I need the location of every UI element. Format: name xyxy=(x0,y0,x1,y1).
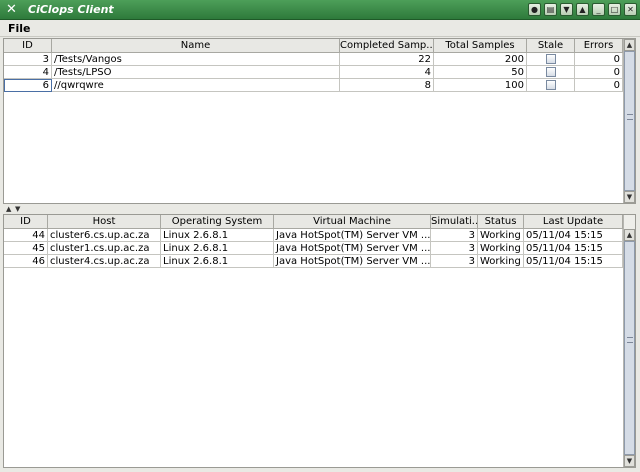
close-icon[interactable]: ✕ xyxy=(624,3,637,16)
col-completed[interactable]: Completed Samp... xyxy=(340,39,434,53)
col-id[interactable]: ID xyxy=(4,215,48,229)
cell-errors[interactable]: 0 xyxy=(575,79,623,92)
cell-errors[interactable]: 0 xyxy=(575,53,623,66)
scroll-up-icon[interactable]: ▲ xyxy=(624,39,635,51)
menu-file[interactable]: File xyxy=(8,22,31,35)
col-total[interactable]: Total Samples xyxy=(434,39,527,53)
cell-id[interactable]: 3 xyxy=(4,53,52,66)
cell-total[interactable]: 100 xyxy=(434,79,527,92)
tools-icon[interactable]: ✕ xyxy=(4,2,19,17)
down-icon[interactable]: ▼ xyxy=(560,3,573,16)
scroll-thumb[interactable] xyxy=(624,51,635,191)
cell-simulations[interactable]: 3 xyxy=(431,229,478,242)
cell-id[interactable]: 44 xyxy=(4,229,48,242)
minimize-icon[interactable]: _ xyxy=(592,3,605,16)
cell-completed[interactable]: 4 xyxy=(340,66,434,79)
cell-host[interactable]: cluster1.cs.up.ac.za xyxy=(48,242,161,255)
cell-status[interactable]: Working xyxy=(478,242,524,255)
cell-id[interactable]: 4 xyxy=(4,66,52,79)
col-last-update[interactable]: Last Update xyxy=(524,215,623,229)
col-host[interactable]: Host xyxy=(48,215,161,229)
stale-checkbox-cell xyxy=(527,66,575,79)
cell-simulations[interactable]: 3 xyxy=(431,255,478,268)
window-title: CiClops Client xyxy=(28,3,114,16)
cell-name[interactable]: /Tests/LPSO xyxy=(52,66,340,79)
cell-name[interactable]: //qwrqwre xyxy=(52,79,340,92)
col-status[interactable]: Status xyxy=(478,215,524,229)
cell-status[interactable]: Working xyxy=(478,229,524,242)
menu-bar: File xyxy=(0,20,640,37)
tests-table-panel: ID Name Completed Samp... Total Samples … xyxy=(3,38,636,204)
title-bar[interactable]: ✕ CiClops Client ● ▤ ▼ ▲ _ □ ✕ xyxy=(0,0,640,20)
cell-id[interactable]: 46 xyxy=(4,255,48,268)
cell-vm[interactable]: Java HotSpot(TM) Server VM ... xyxy=(274,242,431,255)
cell-errors[interactable]: 0 xyxy=(575,66,623,79)
cell-name[interactable]: /Tests/Vangos xyxy=(52,53,340,66)
cell-vm[interactable]: Java HotSpot(TM) Server VM ... xyxy=(274,229,431,242)
collapse-down-icon[interactable]: ▼ xyxy=(15,205,20,213)
cell-last-update[interactable]: 05/11/04 15:15 xyxy=(524,229,623,242)
cell-total[interactable]: 50 xyxy=(434,66,527,79)
col-name[interactable]: Name xyxy=(52,39,340,53)
cell-total[interactable]: 200 xyxy=(434,53,527,66)
col-simulations[interactable]: Simulati... xyxy=(431,215,478,229)
col-os[interactable]: Operating System xyxy=(161,215,274,229)
stale-checkbox[interactable] xyxy=(545,54,556,64)
tests-vertical-scrollbar[interactable]: ▲ ▼ xyxy=(623,39,635,203)
cell-os[interactable]: Linux 2.6.8.1 xyxy=(161,242,274,255)
cell-status[interactable]: Working xyxy=(478,255,524,268)
cell-completed[interactable]: 22 xyxy=(340,53,434,66)
scroll-up-icon[interactable]: ▲ xyxy=(624,229,635,241)
col-id[interactable]: ID xyxy=(4,39,52,53)
up-icon[interactable]: ▲ xyxy=(576,3,589,16)
cell-os[interactable]: Linux 2.6.8.1 xyxy=(161,255,274,268)
split-pane-divider[interactable]: ▲ ▼ xyxy=(0,204,640,214)
shade-icon[interactable]: ▤ xyxy=(544,3,557,16)
cell-os[interactable]: Linux 2.6.8.1 xyxy=(161,229,274,242)
cell-completed[interactable]: 8 xyxy=(340,79,434,92)
cell-host[interactable]: cluster6.cs.up.ac.za xyxy=(48,229,161,242)
menu-icon[interactable]: ● xyxy=(528,3,541,16)
cell-vm[interactable]: Java HotSpot(TM) Server VM ... xyxy=(274,255,431,268)
cell-id[interactable]: 6 xyxy=(4,79,52,92)
collapse-up-icon[interactable]: ▲ xyxy=(6,205,11,213)
cell-id[interactable]: 45 xyxy=(4,242,48,255)
cell-last-update[interactable]: 05/11/04 15:15 xyxy=(524,242,623,255)
scroll-down-icon[interactable]: ▼ xyxy=(624,455,635,467)
scroll-down-icon[interactable]: ▼ xyxy=(624,191,635,203)
stale-checkbox[interactable] xyxy=(545,80,556,90)
stale-checkbox-cell xyxy=(527,79,575,92)
stale-checkbox[interactable] xyxy=(545,67,556,77)
cell-last-update[interactable]: 05/11/04 15:15 xyxy=(524,255,623,268)
col-stale[interactable]: Stale xyxy=(527,39,575,53)
maximize-icon[interactable]: □ xyxy=(608,3,621,16)
scroll-thumb[interactable] xyxy=(624,241,635,455)
stale-checkbox-cell xyxy=(527,53,575,66)
cell-host[interactable]: cluster4.cs.up.ac.za xyxy=(48,255,161,268)
col-vm[interactable]: Virtual Machine xyxy=(274,215,431,229)
hosts-vertical-scrollbar[interactable]: ▲ ▼ xyxy=(623,215,635,467)
cell-simulations[interactable]: 3 xyxy=(431,242,478,255)
col-errors[interactable]: Errors xyxy=(575,39,623,53)
hosts-table-panel: ID Host Operating System Virtual Machine… xyxy=(3,214,636,468)
